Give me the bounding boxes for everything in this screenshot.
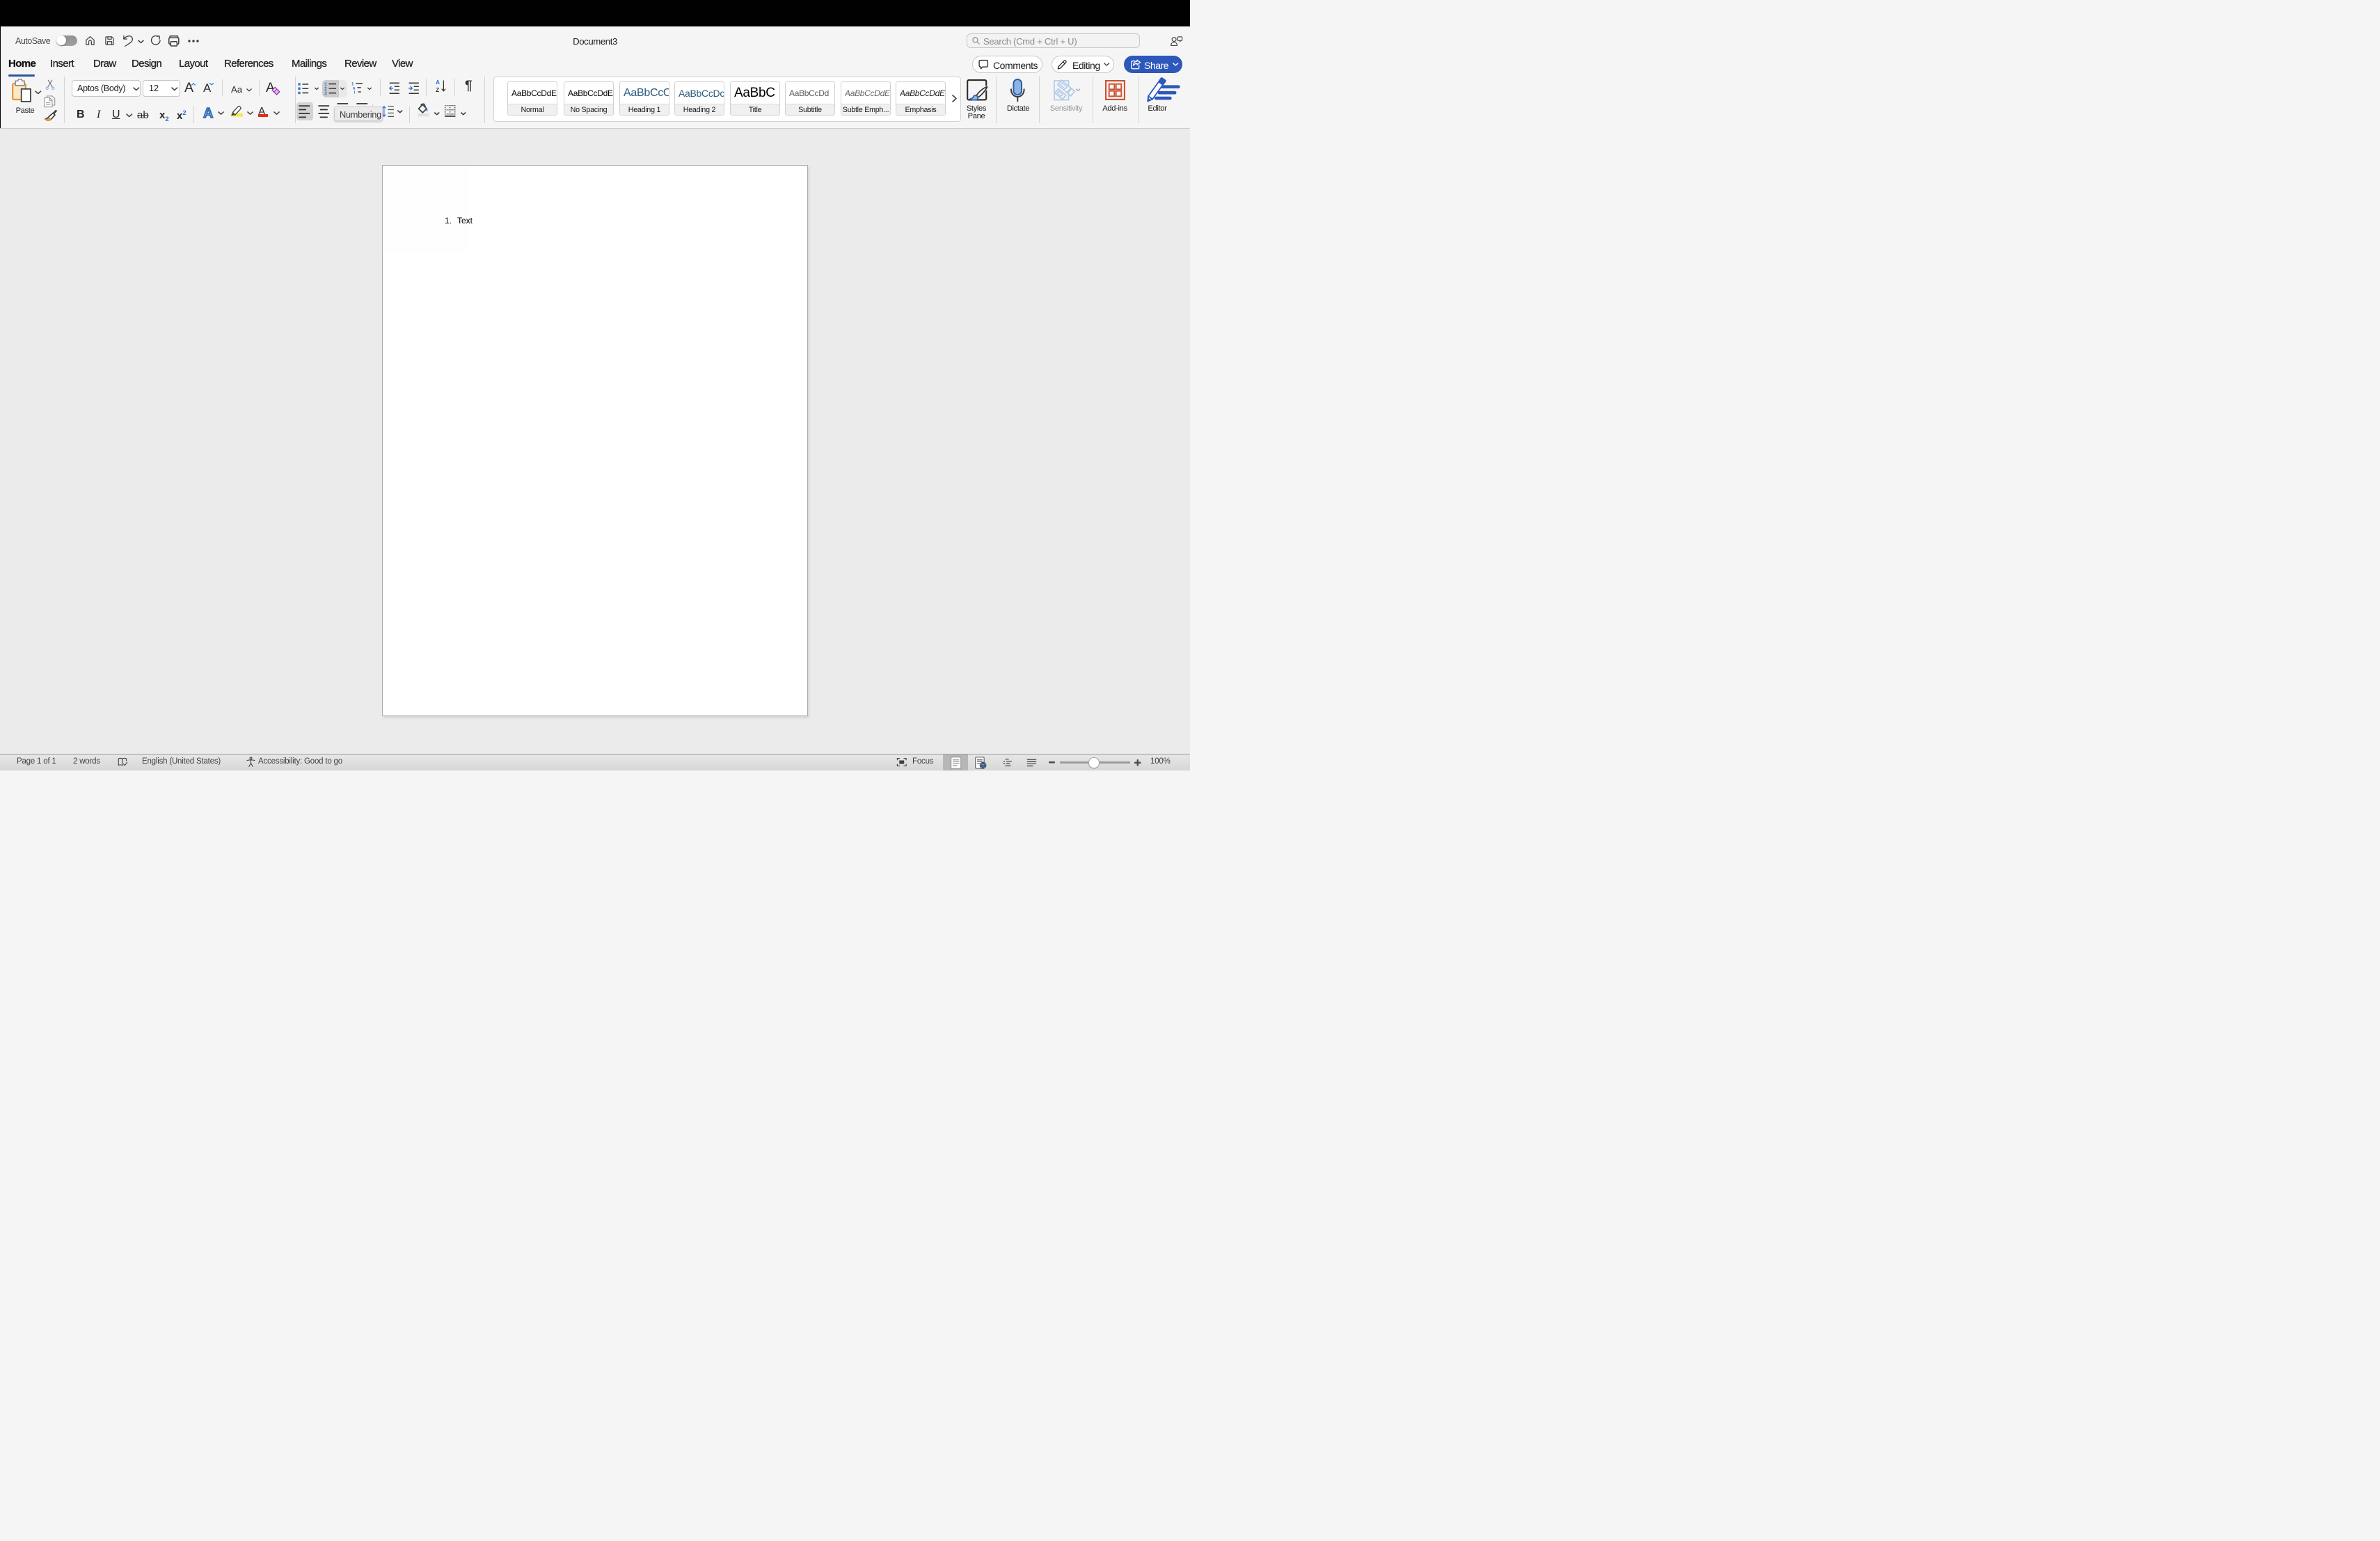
svg-text:i: i [354,90,355,95]
svg-text:A: A [436,79,440,86]
svg-text:3: 3 [324,91,327,96]
svg-text:Z: Z [436,87,439,93]
